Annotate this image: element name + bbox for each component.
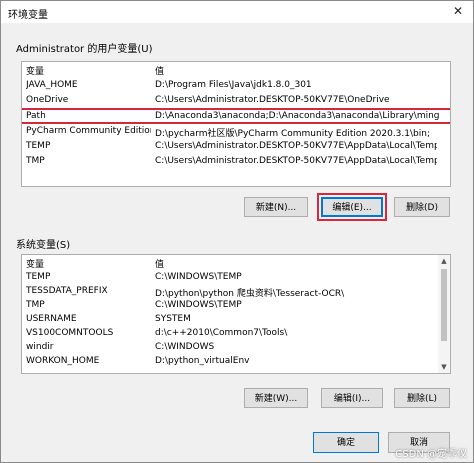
var-value: C:\WINDOWS\TEMP	[155, 272, 242, 282]
table-row[interactable]: JAVA_HOME D:\Program Files\Java\jdk1.8.0…	[22, 78, 450, 93]
var-name: TEMP	[26, 141, 51, 151]
var-name: TESSDATA_PREFIX	[26, 286, 108, 296]
table-row[interactable]: VS100COMNTOOLS d:\c++2010\Common7\Tools\	[22, 326, 450, 341]
user-delete-button[interactable]: 删除(D)	[394, 197, 450, 217]
table-row[interactable]: WORKON_HOME D:\python_virtualEnv	[22, 354, 450, 369]
user-vars-header: 变量 值	[22, 62, 450, 77]
var-value: C:\Users\Administrator.DESKTOP-50KV77E\A…	[155, 156, 437, 166]
table-row[interactable]: PyCharm Community Edition D:\pycharm社区版\…	[22, 124, 450, 139]
ok-button[interactable]: 确定	[313, 432, 379, 453]
user-edit-button[interactable]: 编辑(E)...	[317, 193, 387, 221]
var-name: windir	[26, 342, 54, 352]
title-bar: 环境变量 ✕	[1, 1, 473, 23]
table-row[interactable]: USERNAME SYSTEM	[22, 312, 450, 327]
var-name: JAVA_HOME	[26, 80, 78, 90]
table-row[interactable]: TESSDATA_PREFIX D:\python\python 爬虫资料\Te…	[22, 284, 450, 299]
var-name: USERNAME	[26, 314, 77, 324]
var-value: D:\Anaconda3\anaconda;D:\Anaconda3\anaco…	[155, 111, 439, 121]
var-value: D:\pycharm社区版\PyCharm Community Edition …	[155, 129, 430, 139]
var-value: C:\Users\Administrator.DESKTOP-50KV77E\O…	[155, 95, 390, 105]
var-name: Path	[26, 111, 46, 121]
table-row[interactable]: OneDrive C:\Users\Administrator.DESKTOP-…	[22, 93, 450, 108]
table-row-selected[interactable]: Path D:\Anaconda3\anaconda;D:\Anaconda3\…	[22, 108, 450, 124]
user-vars-list[interactable]: 变量 值 JAVA_HOME D:\Program Files\Java\jdk…	[21, 61, 451, 187]
table-row[interactable]: TEMP C:\WINDOWS\TEMP	[22, 270, 450, 285]
system-edit-button[interactable]: 编辑(I)...	[321, 388, 383, 408]
var-value: d:\c++2010\Common7\Tools\	[155, 328, 288, 338]
user-new-button[interactable]: 新建(N)...	[244, 197, 308, 217]
var-name: TMP	[26, 300, 45, 310]
system-vars-group-label: 系统变量(S)	[16, 240, 71, 251]
var-name: TMP	[26, 156, 45, 166]
system-vars-list[interactable]: 变量 值 TEMP C:\WINDOWS\TEMP TESSDATA_PREFI…	[21, 254, 451, 374]
var-value: C:\WINDOWS\TEMP	[155, 300, 242, 310]
scroll-down-icon[interactable]: ▼	[438, 361, 450, 373]
system-vars-header: 变量 值	[22, 255, 450, 270]
var-name: WORKON_HOME	[26, 356, 100, 366]
environment-variables-dialog: 环境变量 ✕ Administrator 的用户变量(U) 变量 值 JAVA_…	[0, 0, 474, 463]
column-header-value[interactable]: 值	[155, 64, 164, 77]
watermark: CSDN @宠乖仪	[395, 449, 467, 460]
system-vars-scrollbar[interactable]: ▲ ▼	[438, 255, 450, 373]
var-value: D:\Program Files\Java\jdk1.8.0_301	[155, 80, 312, 90]
var-value: D:\python_virtualEnv	[155, 356, 250, 366]
table-row[interactable]: windir C:\WINDOWS	[22, 340, 450, 355]
scroll-up-icon[interactable]: ▲	[438, 255, 450, 267]
var-name: PyCharm Community Edition	[26, 126, 151, 136]
table-row[interactable]: TEMP C:\Users\Administrator.DESKTOP-50KV…	[22, 139, 450, 154]
system-new-button[interactable]: 新建(W)...	[244, 388, 308, 408]
column-header-name[interactable]: 变量	[26, 257, 44, 270]
scrollbar-thumb[interactable]	[441, 269, 447, 341]
var-name: TEMP	[26, 272, 51, 282]
column-header-name[interactable]: 变量	[26, 64, 44, 77]
window-title: 环境变量	[8, 10, 48, 21]
var-value: SYSTEM	[155, 314, 191, 324]
system-delete-button[interactable]: 删除(L)	[394, 388, 450, 408]
close-icon[interactable]: ✕	[451, 4, 465, 18]
var-value: C:\WINDOWS	[155, 342, 215, 352]
table-row[interactable]: TMP C:\WINDOWS\TEMP	[22, 298, 450, 313]
user-vars-group-label: Administrator 的用户变量(U)	[16, 44, 153, 55]
table-row[interactable]: TMP C:\Users\Administrator.DESKTOP-50KV7…	[22, 154, 450, 169]
column-header-value[interactable]: 值	[155, 257, 164, 270]
var-name: OneDrive	[26, 95, 69, 105]
var-name: VS100COMNTOOLS	[26, 328, 114, 338]
var-value: C:\Users\Administrator.DESKTOP-50KV77E\A…	[155, 141, 437, 151]
